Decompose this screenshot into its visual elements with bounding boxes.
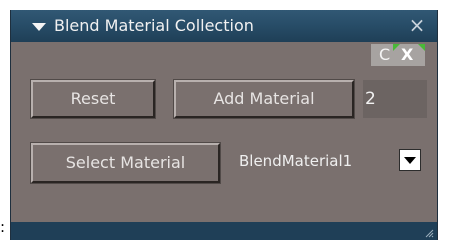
resize-grip-icon[interactable]: [424, 228, 434, 238]
stray-text-glyph: :: [0, 218, 6, 236]
material-count-field[interactable]: 2: [363, 80, 427, 118]
reset-button[interactable]: Reset: [30, 79, 156, 119]
material-dropdown-button[interactable]: [399, 149, 421, 171]
select-material-button[interactable]: Select Material: [30, 142, 221, 184]
blend-material-panel: Blend Material Collection × C X Reset Ad…: [10, 10, 438, 240]
selected-material-value: BlendMaterial1: [239, 152, 353, 170]
close-icon[interactable]: ×: [407, 14, 427, 36]
window-statusbar: [11, 222, 437, 240]
c-button[interactable]: C: [379, 46, 390, 64]
window-title: Blend Material Collection: [54, 16, 254, 35]
triangle-down-icon[interactable]: [32, 23, 46, 31]
green-marker-icon: [393, 44, 400, 51]
add-material-button[interactable]: Add Material: [173, 79, 355, 119]
corner-controls: C X: [371, 44, 425, 66]
green-marker-icon: [418, 44, 425, 51]
window-titlebar[interactable]: Blend Material Collection ×: [11, 10, 437, 42]
chevron-down-icon: [404, 157, 416, 164]
x-button[interactable]: X: [401, 46, 413, 64]
